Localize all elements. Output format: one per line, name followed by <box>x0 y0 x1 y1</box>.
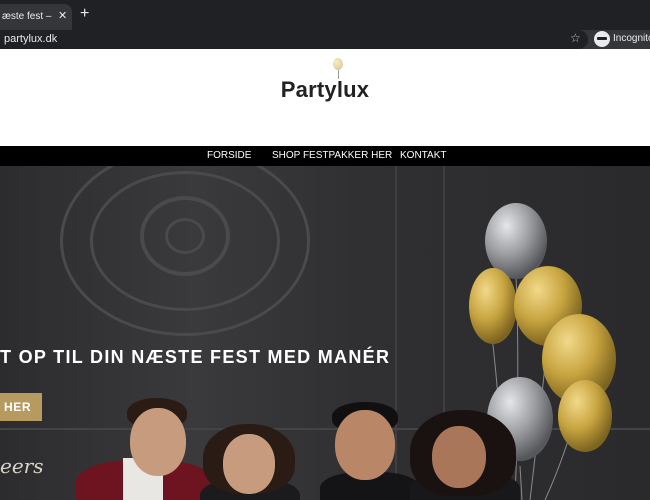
star-icon[interactable]: ☆ <box>570 31 581 45</box>
browser-tabstrip: æste fest – Par ✕ + <box>0 0 650 30</box>
site-logo[interactable]: Partylux <box>0 77 650 103</box>
incognito-icon[interactable] <box>594 31 610 47</box>
hero-headline: T OP TIL DIN NÆSTE FEST MED MANÉR <box>0 347 391 367</box>
address-bar[interactable]: partylux.dk ☆ <box>0 30 588 49</box>
logo-balloon-icon <box>333 58 343 70</box>
person-1-illustration <box>75 398 215 500</box>
close-icon[interactable]: ✕ <box>58 9 67 23</box>
tab-title: æste fest – Par <box>2 11 54 22</box>
hero-banner: eers T OP TIL DIN NÆSTE FEST MED MANÉR H… <box>0 166 650 500</box>
nav-item-forside[interactable]: FORSIDE <box>207 150 251 161</box>
cheers-decoration-text: eers <box>0 454 44 478</box>
browser-toolbar: partylux.dk ☆ Incognito <box>0 30 650 49</box>
person-4-illustration <box>410 410 520 500</box>
url-text: partylux.dk <box>4 33 58 45</box>
nav-item-kontakt[interactable]: KONTAKT <box>400 150 446 161</box>
person-3-illustration <box>320 402 420 500</box>
new-tab-button[interactable]: + <box>80 5 89 23</box>
hero-cta-button[interactable]: HER <box>0 393 42 421</box>
nav-item-shop[interactable]: SHOP FESTPAKKER HER <box>272 150 392 161</box>
main-nav: FORSIDE SHOP FESTPAKKER HER KONTAKT <box>0 146 650 166</box>
site-header: Partylux <box>0 49 650 146</box>
browser-tab[interactable]: æste fest – Par ✕ <box>0 4 72 30</box>
person-2-illustration <box>195 424 305 500</box>
incognito-label[interactable]: Incognito <box>613 33 650 44</box>
